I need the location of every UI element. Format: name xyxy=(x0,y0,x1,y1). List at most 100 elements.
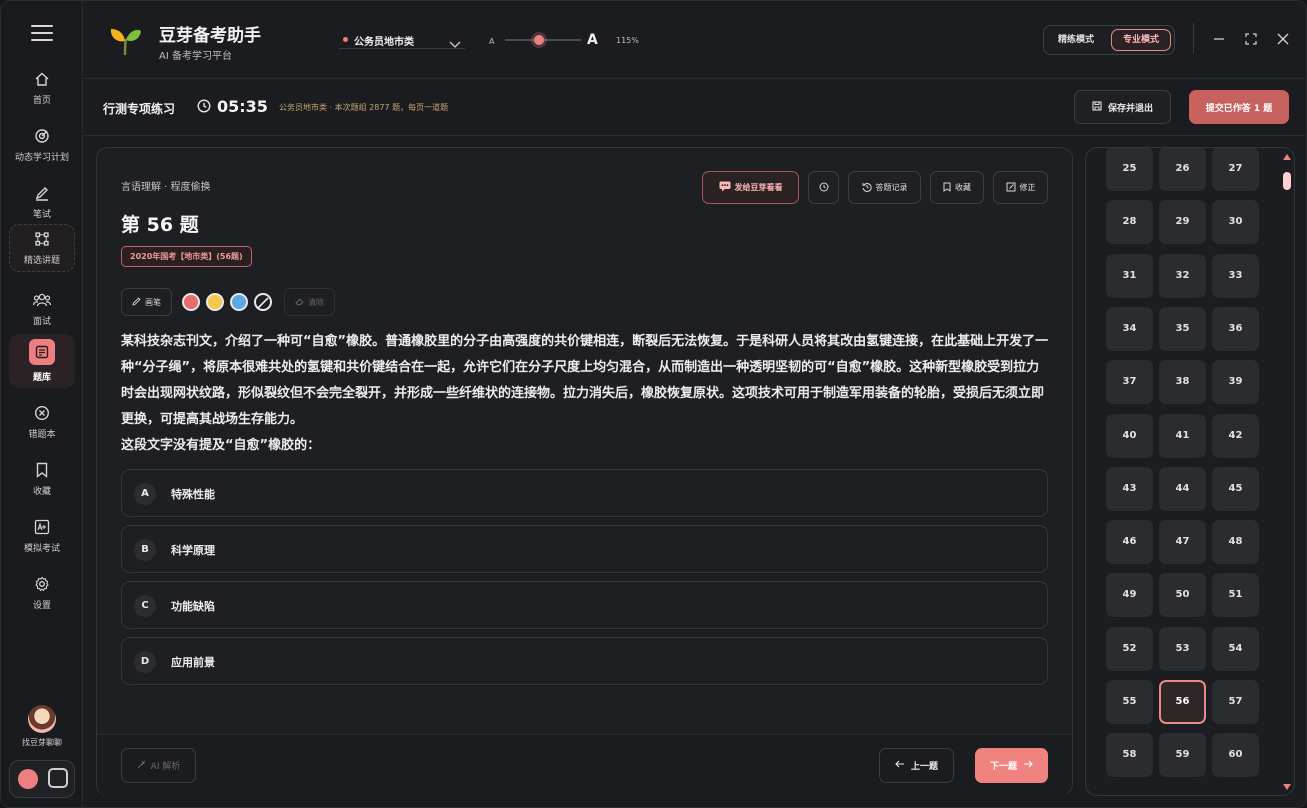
question-number-cell[interactable]: 35 xyxy=(1159,306,1206,351)
timer-button[interactable] xyxy=(808,171,839,204)
sidebar-item-label: 收藏 xyxy=(32,487,51,497)
question-number-cell[interactable]: 56 xyxy=(1159,680,1206,724)
category-select[interactable]: 公务员地市类 xyxy=(339,31,465,49)
question-number-cell[interactable]: 51 xyxy=(1212,573,1259,618)
question-number-cell[interactable]: 41 xyxy=(1159,413,1206,458)
theme-dot-button[interactable] xyxy=(18,769,38,789)
no-color-icon[interactable] xyxy=(254,293,272,311)
slider-knob[interactable] xyxy=(534,35,545,45)
question-number-cell[interactable]: 49 xyxy=(1106,573,1153,618)
option-text: 应用前景 xyxy=(171,656,215,669)
question-number-cell[interactable]: 40 xyxy=(1106,413,1153,458)
next-question-button[interactable]: 下一题 xyxy=(975,748,1048,783)
sidebar-item-lectures[interactable]: 精选讲题 xyxy=(9,224,75,272)
sidebar-item-home[interactable]: 首页 xyxy=(9,63,75,113)
question-number-cell[interactable]: 43 xyxy=(1106,466,1153,511)
pen-tool-button[interactable]: 画笔 xyxy=(121,288,172,316)
question-number-cell[interactable]: 46 xyxy=(1106,520,1153,565)
target-icon xyxy=(33,127,51,145)
question-number-cell[interactable]: 60 xyxy=(1212,733,1259,778)
question-number-cell[interactable]: 44 xyxy=(1159,466,1206,511)
mode-practice-button[interactable]: 精练模式 xyxy=(1048,30,1104,50)
question-number-cell[interactable]: 29 xyxy=(1159,200,1206,245)
sidebar-item-interview[interactable]: 面试 xyxy=(9,284,75,334)
sidebar-item-label: 模拟考试 xyxy=(23,544,60,554)
question-number-cell[interactable]: 27 xyxy=(1212,148,1259,191)
favorite-button[interactable]: 收藏 xyxy=(930,171,984,204)
ai-analysis-button[interactable]: AI 解析 xyxy=(121,748,196,783)
save-exit-label: 保存并退出 xyxy=(1107,103,1153,114)
scroll-up-icon[interactable] xyxy=(1283,154,1291,160)
next-label: 下一题 xyxy=(989,762,1017,772)
sidebar-item-mistakes[interactable]: 错题本 xyxy=(9,397,75,447)
correction-label: 修正 xyxy=(1019,183,1036,192)
question-number-cell[interactable]: 25 xyxy=(1106,148,1153,191)
question-number-cell[interactable]: 39 xyxy=(1212,360,1259,405)
question-number-cell[interactable]: 31 xyxy=(1106,253,1153,298)
mode-pro-button[interactable]: 专业模式 xyxy=(1111,29,1171,51)
question-number-cell[interactable]: 50 xyxy=(1159,573,1206,618)
question-navigator: 25 26 27 28 29 30 31 32 33 34 35 36 37 38 39 40 41 42 43 44… xyxy=(1085,147,1295,796)
close-icon[interactable] xyxy=(1275,31,1291,47)
question-number-cell[interactable]: 28 xyxy=(1106,200,1153,245)
edit-icon xyxy=(1006,182,1016,194)
question-number-cell[interactable]: 30 xyxy=(1212,200,1259,245)
option-d[interactable]: D 应用前景 xyxy=(121,637,1048,685)
favorite-label: 收藏 xyxy=(955,183,971,192)
source-tag: 2020年国考【地市类】(56题) xyxy=(121,246,252,267)
send-to-assistant-button[interactable]: 发给豆芽看看 xyxy=(702,171,799,204)
option-letter: B xyxy=(134,539,156,561)
chat-with-assistant[interactable]: 找豆芽聊聊 xyxy=(1,705,83,748)
send-label: 发给豆芽看看 xyxy=(734,183,783,192)
question-number-cell[interactable]: 55 xyxy=(1106,680,1153,724)
question-number-cell[interactable]: 52 xyxy=(1106,626,1153,671)
scroll-down-icon[interactable] xyxy=(1283,784,1291,790)
question-number-cell[interactable]: 26 xyxy=(1159,148,1206,191)
sidebar-item-favorites[interactable]: 收藏 xyxy=(9,454,75,504)
option-c[interactable]: C 功能缺陷 xyxy=(121,581,1048,629)
scroll-thumb[interactable] xyxy=(1283,172,1291,190)
question-number-cell[interactable]: 57 xyxy=(1212,680,1259,724)
question-number-cell[interactable]: 54 xyxy=(1212,626,1259,671)
save-exit-button[interactable]: 保存并退出 xyxy=(1074,90,1171,124)
option-b[interactable]: B 科学原理 xyxy=(121,525,1048,573)
card-footer: AI 解析 上一题 下一题 xyxy=(97,734,1072,796)
clear-button[interactable]: 清除 xyxy=(284,288,335,316)
question-number-cell[interactable]: 33 xyxy=(1212,253,1259,298)
question-number-cell[interactable]: 59 xyxy=(1159,733,1206,778)
correction-button[interactable]: 修正 xyxy=(993,171,1048,204)
question-number-cell[interactable]: 38 xyxy=(1159,360,1206,405)
scrollbar[interactable] xyxy=(1282,154,1292,790)
question-number-cell[interactable]: 32 xyxy=(1159,253,1206,298)
question-number-cell[interactable]: 48 xyxy=(1212,520,1259,565)
submit-button[interactable]: 提交已作答 1 题 xyxy=(1189,90,1289,124)
pen-color-red[interactable] xyxy=(182,293,200,311)
pen-color-blue[interactable] xyxy=(230,293,248,311)
option-a[interactable]: A 特殊性能 xyxy=(121,469,1048,517)
answer-history-button[interactable]: 答题记录 xyxy=(848,171,921,204)
option-text: 科学原理 xyxy=(171,544,215,557)
question-number-cell[interactable]: 58 xyxy=(1106,733,1153,778)
question-number-cell[interactable]: 37 xyxy=(1106,360,1153,405)
sidebar-item-settings[interactable]: 设置 xyxy=(9,568,75,618)
maximize-icon[interactable] xyxy=(1243,31,1259,47)
pen-color-yellow[interactable] xyxy=(206,293,224,311)
option-letter: A xyxy=(134,483,156,505)
sidebar-item-mock-exam[interactable]: 模拟考试 xyxy=(9,511,75,561)
question-number-cell[interactable]: 45 xyxy=(1212,466,1259,511)
question-number-cell[interactable]: 34 xyxy=(1106,306,1153,351)
prev-question-button[interactable]: 上一题 xyxy=(879,748,954,783)
question-card: 言语理解 · 程度偷换 第 56 题 2020年国考【地市类】(56题) 发给豆… xyxy=(96,147,1073,796)
question-number-cell[interactable]: 36 xyxy=(1212,306,1259,351)
sidebar-item-written[interactable]: 笔试 xyxy=(9,177,75,227)
question-number-cell[interactable]: 42 xyxy=(1212,413,1259,458)
chat-label: 找豆芽聊聊 xyxy=(22,738,62,747)
sidebar-item-question-bank[interactable]: 题库 xyxy=(9,334,75,388)
question-number-cell[interactable]: 47 xyxy=(1159,520,1206,565)
minimize-icon[interactable] xyxy=(1211,31,1227,47)
sidebar-item-plan[interactable]: 动态学习计划 xyxy=(9,120,75,170)
font-size-slider[interactable] xyxy=(505,35,581,45)
theme-square-button[interactable] xyxy=(48,768,68,788)
question-number-cell[interactable]: 53 xyxy=(1159,626,1206,671)
menu-icon[interactable] xyxy=(31,25,53,41)
